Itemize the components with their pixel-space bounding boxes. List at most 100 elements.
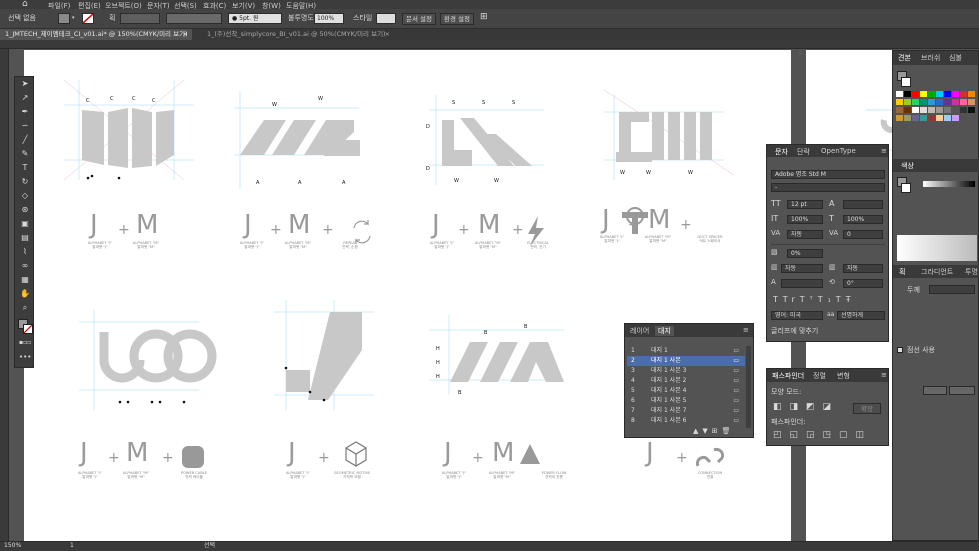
tab-align[interactable]: 정렬 [813, 371, 826, 381]
tab-brushes[interactable]: 브러쉬 [921, 53, 940, 63]
color-spectrum[interactable] [897, 235, 977, 261]
arrange-icon[interactable]: ⊞ [480, 13, 488, 22]
dashed-line-checkbox[interactable] [897, 347, 903, 353]
artboard-navigator[interactable]: 1 [70, 543, 74, 549]
variable-width-profile[interactable] [166, 13, 222, 24]
artboard-options-icon[interactable]: ▭ [733, 386, 739, 396]
font-size-field[interactable]: 12 pt [787, 200, 823, 209]
eraser-tool-icon[interactable]: ◇ [19, 191, 31, 200]
stroke-color-icon[interactable] [901, 77, 911, 87]
leading-field[interactable] [843, 200, 883, 209]
font-style-field[interactable]: - [771, 183, 885, 192]
arrowhead-field-2[interactable] [949, 386, 975, 395]
artboard-options-icon[interactable]: ▭ [733, 366, 739, 376]
zoom-tool-icon[interactable]: ⌕ [19, 303, 31, 313]
type-tool-icon[interactable]: T [19, 163, 31, 172]
stroke-swatch[interactable] [82, 13, 94, 24]
close-icon[interactable]: × [183, 29, 188, 40]
shape-mode-buttons[interactable]: ◧◨◩◪ [773, 403, 839, 412]
aki-right-field[interactable]: 자동 [843, 264, 883, 273]
brush-definition[interactable]: ● 5pt. 원 [228, 13, 282, 24]
list-item[interactable]: 1 대지 1 ▭ [627, 346, 745, 356]
tab-transform[interactable]: 변형 [837, 371, 850, 381]
panel-menu-icon[interactable]: ≡ [881, 371, 887, 379]
type-style-buttons[interactable]: TTrTᵀT₁TŦ [773, 296, 856, 304]
tab-symbols[interactable]: 심볼 [949, 53, 962, 63]
gradient-tool-icon[interactable]: ▤ [19, 233, 31, 242]
more-tools-icon[interactable]: ••• [19, 353, 31, 361]
baseline-shift-field[interactable] [781, 279, 823, 288]
rotate-tool-icon[interactable]: ↻ [19, 177, 31, 186]
stroke-color-icon[interactable] [901, 183, 911, 193]
artboard-options-icon[interactable]: ▭ [733, 406, 739, 416]
tab-document-2[interactable]: 1_(주)선착_simplycore_BI_v01.ai @ 50%(CMYK/… [202, 29, 394, 40]
language-field[interactable]: 영어: 미국 [771, 311, 823, 320]
artboard-options-icon[interactable]: ▭ [733, 346, 739, 356]
artboard-footer-icons[interactable]: ▲▼⊞🗑 [693, 428, 735, 435]
color-slider[interactable] [923, 181, 975, 187]
antialias-field[interactable]: 선명하게 [837, 311, 885, 320]
list-item[interactable]: 4 대지 1 사본 2 ▭ [627, 376, 745, 386]
document-setup-button[interactable]: 문서 설정 [402, 13, 436, 25]
character-rotation-field[interactable]: 0° [843, 279, 883, 288]
preferences-button[interactable]: 환경 설정 [440, 13, 474, 25]
tab-document-1[interactable]: 1_JMTECH_제이엠테크_CI_v01.ai* @ 150%(CMYK/미리… [0, 29, 192, 40]
opacity-field[interactable]: 100% [314, 13, 344, 24]
home-icon[interactable]: ⌂ [22, 0, 28, 9]
tab-gradient[interactable]: 그라디언트 [921, 267, 953, 277]
eyedropper-icon[interactable]: ⌇ [19, 247, 31, 256]
tab-opentype[interactable]: OpenType [821, 147, 856, 155]
fill-swatch[interactable] [58, 13, 70, 24]
tab-artboards[interactable]: 대지 [655, 326, 674, 336]
list-item[interactable]: 8 대지 1 사본 6 ▭ [627, 416, 745, 426]
selection-tool-icon[interactable]: ➤ [19, 79, 31, 88]
list-item[interactable]: 5 대지 1 사본 4 ▭ [627, 386, 745, 396]
tracking-field[interactable]: 0 [843, 230, 883, 239]
arrowhead-field[interactable] [923, 386, 947, 395]
stroke-weight-field[interactable] [929, 285, 975, 294]
horizontal-scale-field[interactable]: 100% [843, 215, 883, 224]
warp-tool-icon[interactable]: ⊛ [19, 205, 31, 214]
curvature-tool-icon[interactable]: ∽ [19, 121, 31, 130]
list-item[interactable]: 3 대지 1 사본 3 ▭ [627, 366, 745, 376]
pencil-tool-icon[interactable]: ✎ [19, 149, 31, 158]
pathfinder-buttons[interactable]: ◰◱◲◳▢◫ [773, 431, 872, 440]
panel-menu-icon[interactable]: ≡ [881, 147, 887, 155]
swatch-grid[interactable] [896, 91, 978, 135]
line-tool-icon[interactable]: ╱ [19, 135, 31, 144]
list-item-selected[interactable]: 2 대지 1 사본 ▭ [627, 356, 745, 366]
tab-swatches[interactable]: 견본 [898, 53, 911, 63]
list-item[interactable]: 7 대지 1 사본 7 ▭ [627, 406, 745, 416]
panel-menu-icon[interactable]: ≡ [743, 326, 749, 334]
aki-left-field[interactable]: 자동 [781, 264, 823, 273]
pen-tool-icon[interactable]: ✒ [19, 107, 31, 116]
graphic-style-picker[interactable] [376, 13, 396, 24]
artboard-options-icon[interactable]: ▭ [733, 416, 739, 426]
scrollbar[interactable] [746, 346, 751, 428]
tab-transparency[interactable]: 투명 [965, 267, 978, 277]
vertical-scale-field[interactable]: 100% [787, 215, 823, 224]
tab-stroke[interactable]: 획 [899, 267, 905, 277]
artboard-options-icon[interactable]: ▭ [733, 396, 739, 406]
stroke-weight-field[interactable] [120, 13, 160, 24]
tab-character[interactable]: 문자 [775, 147, 788, 157]
tsume-field[interactable]: 0% [787, 249, 823, 258]
tab-pathfinder[interactable]: 패스파인더 [772, 371, 804, 381]
close-icon[interactable]: × [385, 29, 390, 40]
shape-builder-icon[interactable]: ▣ [19, 219, 31, 228]
stroke-color-icon[interactable] [23, 324, 33, 334]
tab-layers[interactable]: 레이어 [630, 326, 649, 336]
draw-mode-icon[interactable]: ▪▫▫ [19, 339, 31, 346]
artboard-options-icon[interactable]: ▭ [733, 376, 739, 386]
graph-tool-icon[interactable]: ▦ [19, 275, 31, 284]
font-family-field[interactable]: Adobe 명조 Std M [771, 170, 885, 179]
zoom-level[interactable]: 150% [4, 543, 21, 549]
tab-paragraph[interactable]: 단락 [797, 147, 810, 157]
blend-tool-icon[interactable]: ∞ [19, 261, 31, 270]
kerning-field[interactable]: 자동 [787, 230, 823, 239]
artboard-options-icon[interactable]: ▭ [733, 356, 739, 366]
tab-color[interactable]: 색상 [901, 161, 914, 171]
direct-selection-icon[interactable]: ↗ [19, 93, 31, 102]
expand-button[interactable]: 확장 [853, 403, 881, 414]
list-item[interactable]: 6 대지 1 사본 5 ▭ [627, 396, 745, 406]
